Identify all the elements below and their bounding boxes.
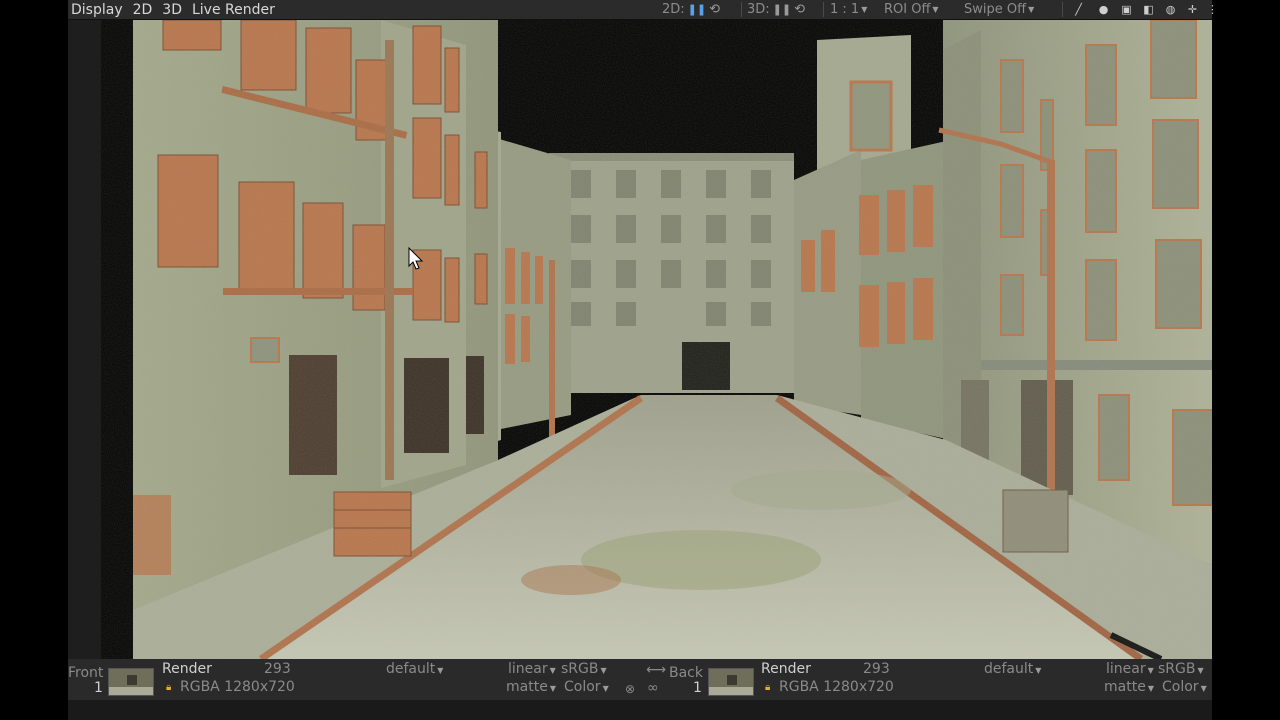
colorspace-out-value: sRGB [561,661,599,677]
chevron-down-icon: ▼ [1147,666,1154,675]
chevron-down-icon: ▼ [1035,666,1042,675]
alpha-value: matte [1104,679,1146,695]
format-right: RGBA 1280x720 [779,679,894,695]
chevron-down-icon: ▼ [600,666,607,675]
colorspace-out-value: sRGB [1158,661,1196,677]
colorspace-in-dropdown-left[interactable]: linear ▼ [508,661,556,677]
chevron-down-icon: ▼ [602,684,609,693]
swap-icon[interactable]: ⟷ [646,662,666,678]
crosshair-icon[interactable]: ✛ [1184,1,1201,18]
layers-icon[interactable]: ▣ [1118,1,1135,18]
colorspace-in-dropdown-right[interactable]: linear ▼ [1106,661,1154,677]
expand-icon[interactable]: ◧ [1140,1,1157,18]
channel-dropdown-right[interactable]: Color ▼ [1162,679,1207,695]
refresh-icon[interactable]: ⟲ [709,2,720,17]
render-image [101,20,1212,659]
viewer-menubar: Display 2D 3D Live Render [68,0,1212,20]
roi-value: ROI Off [884,2,931,17]
chevron-down-icon: ▼ [437,666,444,675]
view-label-front[interactable]: Front [68,665,103,681]
channel-value: Color [1162,679,1199,695]
pause-icon[interactable]: ❚❚ [688,3,706,16]
chevron-down-icon: ▼ [549,684,556,693]
swipe-value: Swipe Off [964,2,1027,17]
preset-dropdown-right[interactable]: default ▼ [984,661,1041,677]
thumbnail-left[interactable] [108,668,154,696]
ratio-value: 1 : 1 [830,2,860,17]
menu-3d[interactable]: 3D [157,2,187,18]
toolbar-divider [823,2,824,17]
viewer-window: Display 2D 3D Live Render 2D: ❚❚ ⟲ 3D: ❚… [68,0,1218,720]
link-icon[interactable]: ∞ [647,680,659,696]
colorspace-in-value: linear [508,661,548,677]
channel-value: Color [564,679,601,695]
brush-icon[interactable]: ╱ [1070,1,1087,18]
menu-2d[interactable]: 2D [128,2,158,18]
preset-value: default [984,661,1034,677]
menu-live-render[interactable]: Live Render [187,2,280,18]
roi-dropdown[interactable]: ROI Off ▼ [884,0,939,19]
channel-dropdown-left[interactable]: Color ▼ [564,679,609,695]
view-label-back[interactable]: Back [669,665,703,681]
frame-number-right: 293 [863,661,890,677]
colorspace-out-dropdown-left[interactable]: sRGB ▼ [561,661,607,677]
colorspace-in-value: linear [1106,661,1146,677]
thumbnail-right[interactable] [708,668,754,696]
ratio-dropdown[interactable]: 1 : 1 ▼ [830,0,867,19]
viewer-info-bar: Front 1 Render 293 🔒︎ RGBA 1280x720 defa… [68,659,1212,700]
status-strip [68,700,1212,720]
swipe-dropdown[interactable]: Swipe Off ▼ [964,0,1034,19]
format-left: RGBA 1280x720 [180,679,295,695]
view-index-right: 1 [693,680,702,696]
toolbar-3d-group: 3D: ❚❚ ⟲ [747,0,805,19]
chevron-down-icon: ▼ [932,5,939,14]
colorspace-out-dropdown-right[interactable]: sRGB ▼ [1158,661,1204,677]
clear-icon[interactable]: ⊗ [625,682,635,696]
alpha-dropdown-right[interactable]: matte ▼ [1104,679,1154,695]
chevron-down-icon: ▼ [1028,5,1035,14]
frame-number-left: 293 [264,661,291,677]
lock-icon[interactable]: 🔒︎ [765,682,770,693]
chat-icon[interactable]: ● [1095,1,1112,18]
lock-icon[interactable]: 🔒︎ [166,682,171,693]
menu-display[interactable]: Display [68,2,128,18]
view-index-left: 1 [94,680,103,696]
chevron-down-icon: ▼ [549,666,556,675]
node-name-left: Render [162,661,212,677]
chevron-down-icon: ▼ [861,5,868,14]
node-name-right: Render [761,661,811,677]
chevron-down-icon: ▼ [1147,684,1154,693]
toolbar-divider [741,2,742,17]
chevron-down-icon: ▼ [1197,666,1204,675]
alpha-value: matte [506,679,548,695]
preset-value: default [386,661,436,677]
chevron-down-icon: ▼ [1200,684,1207,693]
menu-icon[interactable]: ⋮ [1204,1,1221,18]
label-3d: 3D: [747,2,770,17]
globe-icon[interactable]: ◍ [1162,1,1179,18]
mouse-cursor-icon [408,247,424,270]
toolbar-2d-group: 2D: ❚❚ ⟲ [662,0,720,19]
alpha-dropdown-left[interactable]: matte ▼ [506,679,556,695]
refresh-icon[interactable]: ⟲ [794,2,805,17]
toolbar-divider [1062,2,1063,17]
label-2d: 2D: [662,2,685,17]
render-viewport[interactable] [101,20,1212,659]
preset-dropdown-left[interactable]: default ▼ [386,661,443,677]
pause-icon[interactable]: ❚❚ [773,3,791,16]
